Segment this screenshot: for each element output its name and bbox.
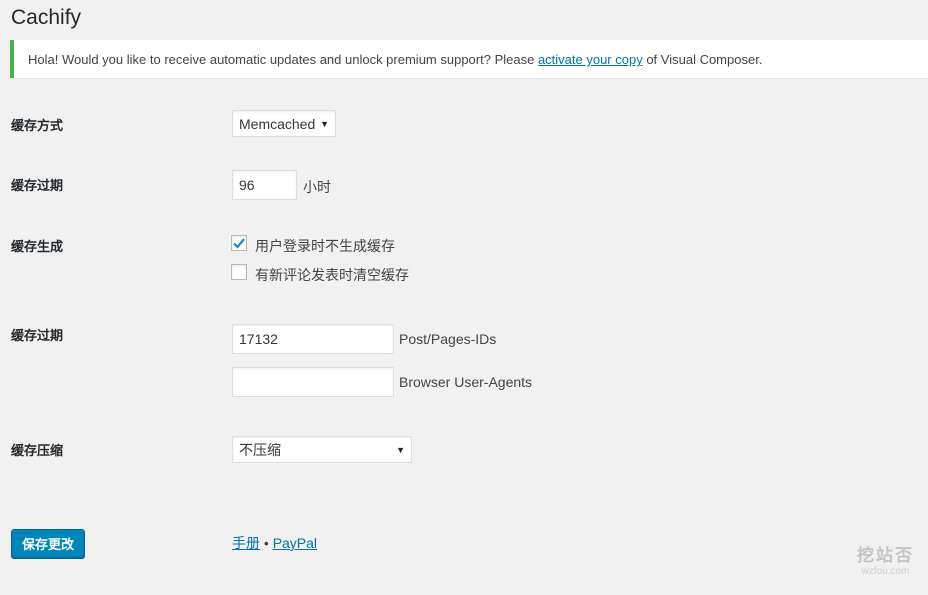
cache-compression-label: 缓存压缩 [11, 443, 64, 458]
excluded-agents-suffix: Browser User-Agents [399, 374, 533, 390]
watermark-cn: 挖站否 [857, 546, 914, 565]
excluded-ids-suffix: Post/Pages-IDs [399, 331, 497, 347]
dropdown-arrow-icon: ▼ [320, 118, 329, 129]
activate-link[interactable]: activate your copy [538, 52, 643, 67]
checkmark-icon [233, 238, 245, 249]
cache-compression-value: 不压缩 [239, 441, 281, 458]
cache-method-label: 缓存方式 [11, 118, 64, 133]
watermark: 挖站否 wzfou.com [857, 541, 914, 577]
notice-text-before: Hola! Would you like to receive automati… [28, 52, 538, 67]
cache-generation-label: 缓存生成 [11, 239, 64, 254]
page-title: Cachify [11, 6, 82, 29]
no-cache-logged-in-label: 用户登录时不生成缓存 [255, 238, 395, 254]
excluded-agents-input[interactable] [232, 367, 394, 397]
cache-expiry-unit: 小时 [303, 179, 331, 195]
watermark-en: wzfou.com [861, 566, 910, 577]
cache-expiry-value: 96 [239, 177, 255, 193]
footer-links: 手册 • PayPal [232, 533, 317, 553]
clear-cache-on-comment-checkbox[interactable] [231, 264, 247, 280]
cache-method-value: Memcached [239, 115, 316, 132]
link-separator: • [263, 535, 269, 551]
cache-expiry-input[interactable]: 96 [232, 170, 297, 200]
no-cache-logged-in-checkbox[interactable] [231, 235, 247, 251]
update-notice: Hola! Would you like to receive automati… [10, 40, 928, 78]
save-changes-button[interactable]: 保存更改 [11, 529, 85, 558]
cache-method-select[interactable]: Memcached ▼ [232, 110, 336, 137]
cache-exclusions-label: 缓存过期 [11, 328, 64, 343]
excluded-ids-value: 17132 [239, 331, 278, 347]
clear-cache-on-comment-label: 有新评论发表时清空缓存 [255, 267, 409, 283]
paypal-link[interactable]: PayPal [273, 535, 317, 551]
notice-text-after: of Visual Composer. [642, 52, 763, 67]
dropdown-arrow-icon: ▼ [396, 444, 405, 455]
manual-link[interactable]: 手册 [232, 535, 260, 551]
cache-expiry-label: 缓存过期 [11, 178, 64, 193]
cache-compression-select[interactable]: 不压缩 ▼ [232, 436, 412, 463]
excluded-ids-input[interactable]: 17132 [232, 324, 394, 354]
